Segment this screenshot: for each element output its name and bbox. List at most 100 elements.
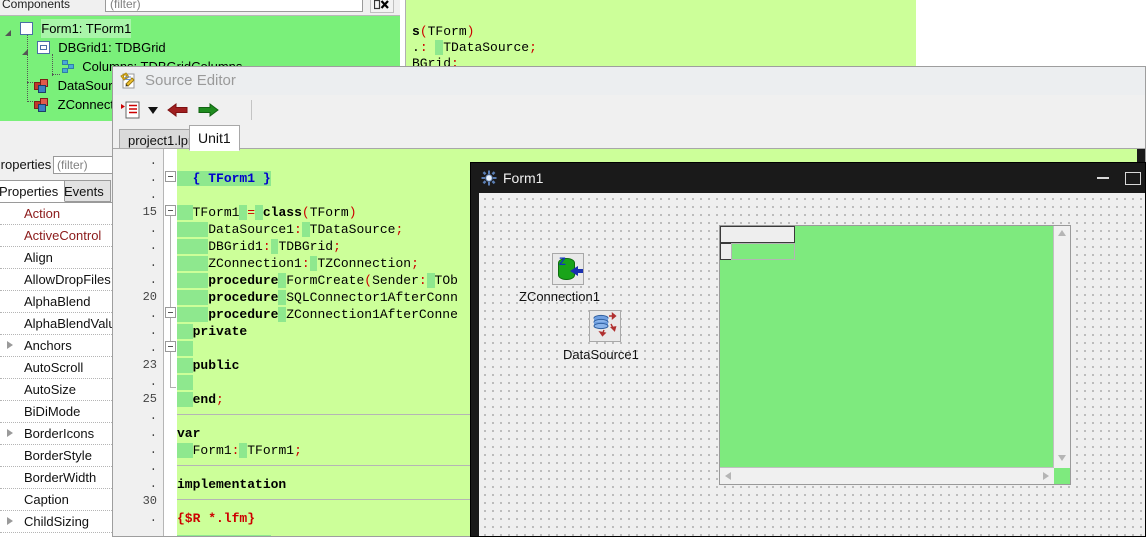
- tab-unit1[interactable]: Unit1: [189, 125, 240, 151]
- property-name: BorderStyle: [24, 448, 92, 463]
- property-row[interactable]: BiDiMode: [0, 401, 118, 423]
- form-design-canvas[interactable]: Z ZConnection1 DataSource1: [479, 193, 1145, 536]
- code-line: implementation: [177, 477, 287, 492]
- background-source-editor[interactable]: s(TForm) .: TDataSource; BGrid;: [405, 0, 916, 72]
- source-editor-titlebar[interactable]: Source Editor: [113, 67, 1145, 95]
- scroll-left-arrow[interactable]: [724, 471, 732, 484]
- code-fold-column[interactable]: [164, 149, 177, 536]
- gutter-line-number: .: [149, 511, 157, 525]
- gutter-line-number: .: [149, 273, 157, 287]
- gutter-line-number: 25: [142, 392, 157, 406]
- code-line: var: [177, 426, 201, 441]
- form-designer-window[interactable]: Form1 Z ZConnection1 DataSource1: [470, 162, 1146, 537]
- tree-node-label: DBGrid1: TDBGrid: [58, 40, 166, 56]
- gutter-line-number: 23: [142, 358, 157, 372]
- property-row[interactable]: AllowDropFiles: [0, 269, 118, 291]
- fold-guide: [170, 216, 171, 307]
- minimize-button[interactable]: [1097, 177, 1109, 179]
- property-list[interactable]: Action ActiveControl Align AllowDropFiles Al…: [0, 202, 118, 538]
- property-name: AlphaBlend: [24, 294, 91, 309]
- code-line: ZConnection1: TZConnection;: [177, 255, 419, 272]
- fold-toggle[interactable]: [165, 205, 176, 216]
- arrow-left-icon[interactable]: [166, 100, 190, 123]
- gutter-line-number: .: [149, 409, 157, 423]
- property-name: ChildSizing: [24, 514, 90, 529]
- cube-icon: [34, 78, 49, 93]
- gutter-line-number: .: [149, 426, 157, 440]
- object-inspector-filter-input[interactable]: (filter): [53, 156, 117, 174]
- property-name: BiDiMode: [24, 404, 81, 419]
- tab-properties[interactable]: Properties: [0, 180, 66, 202]
- form-window-icon: [481, 170, 497, 186]
- chevron-down-icon[interactable]: [147, 104, 159, 118]
- source-editor-toolbar[interactable]: [113, 95, 1145, 126]
- property-row[interactable]: Anchors: [0, 335, 118, 357]
- dbgrid-vertical-scrollbar[interactable]: [1053, 226, 1070, 468]
- property-row[interactable]: Align: [0, 247, 118, 269]
- form-title: Form1: [503, 170, 544, 186]
- datasource-icon[interactable]: [589, 310, 621, 342]
- tree-node-form1[interactable]: Form1: TForm1: [4, 18, 132, 39]
- gutter-line-number: .: [149, 324, 157, 338]
- clear-filter-icon[interactable]: [370, 0, 394, 13]
- form-titlebar[interactable]: Form1: [471, 163, 1145, 193]
- property-row[interactable]: AutoSize: [0, 379, 118, 401]
- property-row[interactable]: BorderWidth: [0, 467, 118, 489]
- scroll-down-arrow[interactable]: [1057, 454, 1067, 465]
- property-name: Caption: [24, 492, 69, 507]
- zconnection-icon[interactable]: Z: [552, 253, 584, 285]
- gutter-line-number: .: [149, 375, 157, 389]
- chevron-right-icon[interactable]: [7, 341, 13, 349]
- property-row[interactable]: AlphaBlend: [0, 291, 118, 313]
- expander-icon[interactable]: [4, 24, 14, 36]
- zconnection-label: ZConnection1: [519, 289, 600, 304]
- gutter-line-number: .: [149, 171, 157, 185]
- gutter-line-number: .: [149, 222, 157, 236]
- property-row[interactable]: Caption: [0, 489, 118, 511]
- gutter-line-number: 20: [142, 290, 157, 304]
- code-line: Form1: TForm1;: [177, 442, 302, 459]
- tree-node-dbgrid1[interactable]: DBGrid1: TDBGrid: [21, 37, 166, 56]
- property-row[interactable]: Action: [0, 203, 118, 225]
- code-gutter: ...15....20...23.25.....30....: [113, 149, 164, 536]
- scroll-right-arrow[interactable]: [1042, 471, 1050, 484]
- expander-icon[interactable]: [21, 43, 31, 55]
- scroll-up-arrow[interactable]: [1057, 229, 1067, 240]
- components-filter-input[interactable]: (filter): [105, 0, 363, 12]
- gutter-line-number: .: [149, 188, 157, 202]
- property-row[interactable]: ChildSizing: [0, 511, 118, 533]
- gutter-line-number: .: [149, 460, 157, 474]
- code-explorer-button[interactable]: [121, 100, 143, 123]
- tree-node-label: Form1: TForm1: [41, 19, 132, 39]
- property-row[interactable]: AutoScroll: [0, 357, 118, 379]
- property-row[interactable]: BorderIcons: [0, 423, 118, 445]
- dbgrid-horizontal-scrollbar[interactable]: [720, 467, 1054, 484]
- chevron-right-icon[interactable]: [7, 517, 13, 525]
- property-name: Anchors: [24, 338, 72, 353]
- source-editor-tabbar[interactable]: project1.lpr Unit1: [113, 125, 1145, 151]
- property-name: Action: [24, 206, 61, 221]
- chevron-right-icon[interactable]: [7, 429, 13, 437]
- property-row[interactable]: BorderStyle: [0, 445, 118, 467]
- code-line: procedure SQLConnector1AfterConn: [177, 289, 458, 306]
- property-name: BorderWidth: [24, 470, 97, 485]
- property-row[interactable]: ActiveControl: [0, 225, 118, 247]
- property-name: AlphaBlendValu: [24, 316, 116, 331]
- code-line: [177, 534, 271, 536]
- gutter-line-number: .: [149, 477, 157, 491]
- code-line: DataSource1: TDataSource;: [177, 221, 403, 238]
- property-name: ActiveControl: [24, 228, 102, 243]
- maximize-button[interactable]: [1125, 172, 1141, 185]
- dbgrid-component[interactable]: [719, 225, 1071, 485]
- fold-toggle[interactable]: [165, 341, 176, 352]
- arrow-right-icon[interactable]: [196, 100, 220, 123]
- object-inspector-tabs[interactable]: Properties Events: [0, 180, 118, 202]
- code-line: procedure ZConnection1AfterConne: [177, 306, 458, 323]
- columns-icon: [61, 60, 75, 74]
- tree-node-zconnection[interactable]: ZConnectio: [34, 94, 124, 113]
- property-row[interactable]: AlphaBlendValu: [0, 313, 118, 335]
- fold-guide: [170, 352, 171, 387]
- gutter-line-number: 30: [142, 494, 157, 508]
- fold-toggle[interactable]: [165, 307, 176, 318]
- fold-toggle[interactable]: [165, 171, 176, 182]
